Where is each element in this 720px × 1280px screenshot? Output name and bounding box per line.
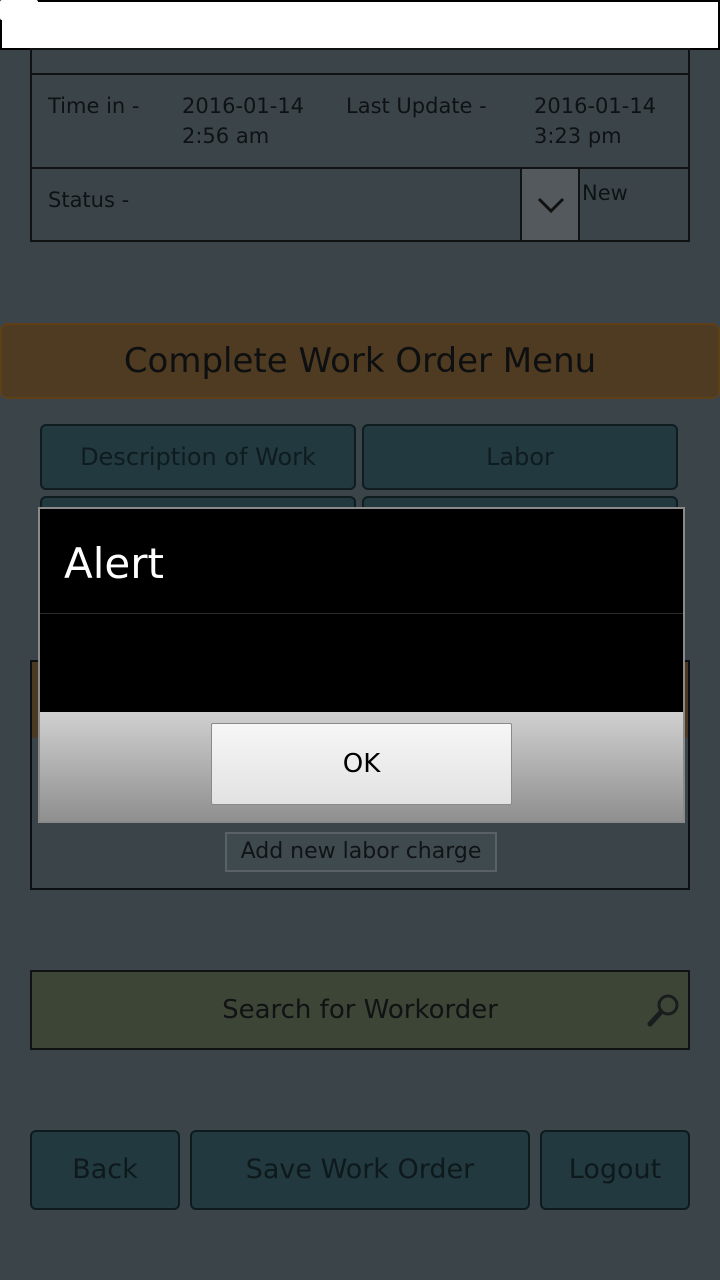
last-update-date: 2016-01-14 — [534, 94, 657, 118]
alert-dialog: Alert OK — [38, 507, 685, 823]
time-in-date: 2016-01-14 — [182, 94, 305, 118]
search-icon[interactable] — [646, 992, 682, 1028]
clock: 4:07 PM — [612, 6, 708, 39]
status-label: Status - — [48, 188, 130, 212]
dialog-button-bar: OK — [40, 712, 683, 821]
last-update-label: Last Update - — [346, 94, 487, 118]
status-bar: ! 4:07PM — [0, 0, 720, 50]
status-dropdown[interactable] — [520, 169, 580, 240]
save-work-order-button[interactable]: Save Work Order — [190, 1130, 530, 1210]
search-input[interactable]: Search for Workorder — [30, 970, 690, 1050]
ok-button[interactable]: OK — [211, 723, 512, 805]
menu-title-banner: Complete Work Order Menu — [0, 323, 720, 399]
info-row-top — [32, 50, 688, 75]
logout-button[interactable]: Logout — [540, 1130, 690, 1210]
battery-icon — [0, 0, 718, 48]
info-row-times: Time in - 2016-01-14 2:56 am Last Update… — [32, 75, 688, 169]
labor-button-label: Labor — [486, 443, 554, 471]
last-update-time: 3:23 pm — [534, 124, 622, 148]
status-value: New — [582, 181, 628, 205]
search-placeholder: Search for Workorder — [222, 995, 498, 1025]
dialog-divider — [40, 613, 683, 614]
time-in-time: 2:56 am — [182, 124, 270, 148]
work-order-info-table: Time in - 2016-01-14 2:56 am Last Update… — [30, 48, 690, 242]
add-labor-charge-button[interactable]: Add new labor charge — [225, 832, 497, 872]
back-button[interactable]: Back — [30, 1130, 180, 1210]
info-row-status: Status - New — [32, 169, 688, 240]
description-of-work-button[interactable]: Description of Work — [40, 424, 356, 490]
time-in-label: Time in - — [48, 94, 140, 118]
labor-button[interactable]: Labor — [362, 424, 678, 490]
chevron-down-icon — [537, 197, 565, 214]
dialog-title: Alert — [64, 539, 164, 588]
